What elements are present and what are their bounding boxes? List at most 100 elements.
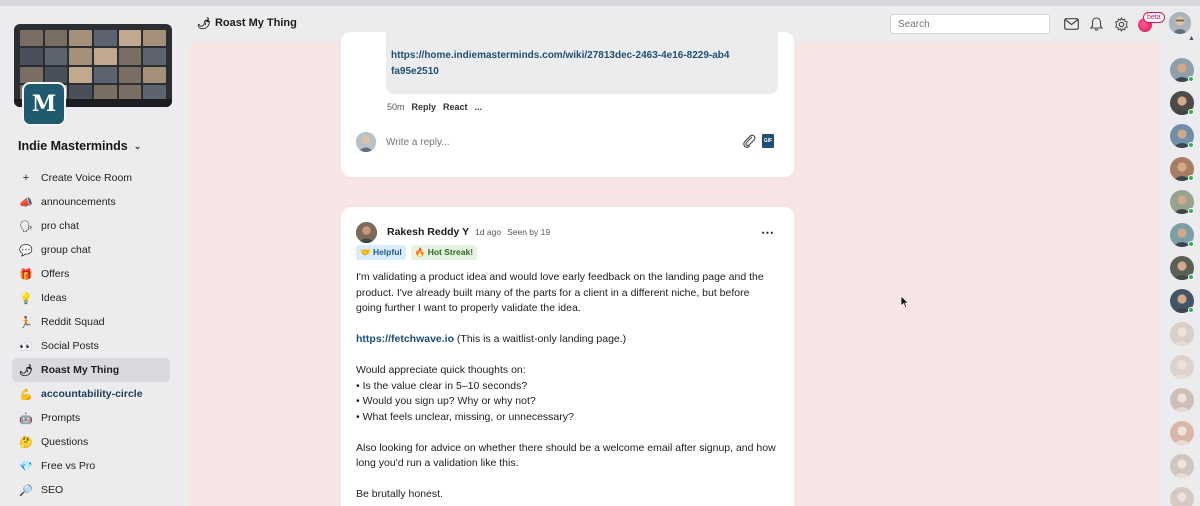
- gear-icon[interactable]: [1112, 15, 1130, 33]
- sidebar-item-label: Create Voice Room: [41, 172, 133, 184]
- seen-count[interactable]: Seen by 19: [507, 227, 550, 237]
- sidebar-item-questions[interactable]: 🤔 Questions: [12, 430, 170, 454]
- sidebar-item-free-vs-pro[interactable]: 💎 Free vs Pro: [12, 454, 170, 478]
- gem-icon: 💎: [19, 460, 33, 473]
- sidebar-item-label: Social Posts: [41, 340, 99, 352]
- avatar: [356, 132, 376, 152]
- member-avatar[interactable]: [1170, 388, 1194, 412]
- bell-icon[interactable]: [1087, 15, 1105, 33]
- online-status-dot: [1188, 208, 1194, 214]
- member-avatar[interactable]: [1170, 421, 1194, 445]
- member-avatar[interactable]: [1170, 487, 1194, 506]
- speaking-head-icon: 🗣: [19, 220, 33, 233]
- post-body: I'm validating a product idea and would …: [356, 270, 776, 506]
- post-header: Rakesh Reddy Y 1d ago Seen by 19: [387, 226, 550, 238]
- sidebar-item-reddit-squad[interactable]: 🏃 Reddit Squad: [12, 310, 170, 334]
- sidebar-item-prompts[interactable]: 🤖 Prompts: [12, 406, 170, 430]
- sidebar-item-label: Offers: [41, 268, 70, 280]
- sidebar-item-group-chat[interactable]: 💬 group chat: [12, 238, 170, 262]
- chevron-down-icon: ⌄: [133, 140, 142, 151]
- lightbulb-icon: 💡: [19, 292, 33, 305]
- reply-input[interactable]: [386, 133, 716, 151]
- landing-page-link[interactable]: https://fetchwave.io: [356, 333, 454, 345]
- sidebar-item-seo[interactable]: 🔎 SEO: [12, 478, 170, 502]
- post-paragraph: Also looking for advice on whether there…: [356, 441, 776, 470]
- question-bullet: • Is the value clear in 5–10 seconds?: [356, 379, 528, 392]
- mail-icon[interactable]: [1062, 15, 1080, 33]
- helpful-badge: 🤝 Helpful: [356, 245, 406, 260]
- community-name: Indie Masterminds: [18, 139, 128, 153]
- hot-streak-badge: 🔥 Hot Streak!: [410, 245, 478, 260]
- member-avatar[interactable]: [1170, 322, 1194, 346]
- current-user-avatar[interactable]: [1169, 12, 1191, 34]
- sidebar-item-label: Free vs Pro: [41, 460, 96, 472]
- community-switcher[interactable]: Indie Masterminds ⌄: [18, 139, 141, 153]
- m-logo-icon: M: [31, 91, 57, 117]
- sidebar-item-label: Prompts: [41, 412, 81, 424]
- sidebar-item-pro-chat[interactable]: 🗣 pro chat: [12, 214, 170, 238]
- runner-icon: 🏃: [19, 316, 33, 329]
- author-badges: 🤝 Helpful 🔥 Hot Streak!: [356, 245, 478, 260]
- scroll-up-arrow-icon[interactable]: ▲: [1188, 35, 1195, 42]
- wiki-link[interactable]: https://home.indiemasterminds.com/wiki/2…: [391, 48, 731, 80]
- sidebar-item-label: group chat: [41, 244, 91, 256]
- gif-icon[interactable]: GIF: [762, 134, 774, 148]
- sidebar-item-label: announcements: [41, 196, 116, 208]
- post-paragraph: https://fetchwave.io (This is a waitlist…: [356, 332, 776, 348]
- community-logo[interactable]: M: [22, 82, 66, 126]
- online-status-dot: [1188, 274, 1194, 280]
- mouse-cursor-icon: [900, 295, 910, 309]
- member-avatar[interactable]: [1170, 454, 1194, 478]
- sidebar-item-label: accountability-circle: [41, 388, 143, 400]
- sidebar-item-roast-my-thing[interactable]: 🌶 Roast My Thing: [12, 358, 170, 382]
- post-time: 1d ago: [475, 227, 502, 237]
- link-note: (This is a waitlist-only landing page.): [454, 333, 627, 345]
- more-options-button[interactable]: ⋯: [761, 225, 775, 241]
- sidebar: M Indie Masterminds ⌄ + Create Voice Room…: [0, 6, 185, 506]
- question-intro: Would appreciate quick thoughts on:: [356, 364, 526, 376]
- sidebar-item-label: pro chat: [41, 220, 79, 232]
- post-paragraph: I'm validating a product idea and would …: [356, 271, 764, 314]
- post-card: https://home.indiemasterminds.com/wiki/2…: [341, 32, 794, 177]
- gift-icon: 🎁: [19, 268, 33, 281]
- magnifier-icon: 🔎: [19, 484, 33, 497]
- message-bubble: https://home.indiemasterminds.com/wiki/2…: [386, 32, 778, 94]
- reply-composer: GIF: [356, 129, 776, 155]
- author-avatar[interactable]: [356, 222, 377, 243]
- sidebar-item-announcements[interactable]: 📣 announcements: [12, 190, 170, 214]
- message-meta: 50m Reply React ...: [387, 102, 482, 112]
- post-paragraph: Be brutally honest.: [356, 488, 443, 500]
- sidebar-item-ideas[interactable]: 💡 Ideas: [12, 286, 170, 310]
- online-status-dot: [1188, 142, 1194, 148]
- more-options-button[interactable]: ...: [475, 102, 483, 112]
- reply-button[interactable]: Reply: [412, 102, 437, 112]
- online-status-dot: [1188, 307, 1194, 313]
- online-status-dot: [1188, 175, 1194, 181]
- sidebar-item-label: Reddit Squad: [41, 316, 105, 328]
- sidebar-item-social-posts[interactable]: 👀 Social Posts: [12, 334, 170, 358]
- online-status-dot: [1188, 76, 1194, 82]
- thinking-face-icon: 🤔: [19, 436, 33, 449]
- beta-badge: beta: [1143, 12, 1165, 23]
- room-title-label: Roast My Thing: [214, 17, 297, 29]
- robot-icon: 🤖: [19, 412, 33, 425]
- paperclip-icon[interactable]: [742, 133, 756, 149]
- chili-pepper-icon: 🌶: [197, 18, 211, 30]
- author-name[interactable]: Rakesh Reddy Y: [387, 226, 469, 238]
- message-time: 50m: [387, 102, 405, 112]
- question-bullet: • What feels unclear, missing, or unnece…: [356, 410, 574, 423]
- sidebar-item-create-voice-room[interactable]: + Create Voice Room: [12, 166, 170, 190]
- speech-bubble-icon: 💬: [19, 244, 33, 257]
- beta-orb-button[interactable]: beta: [1138, 12, 1165, 36]
- plus-icon: +: [22, 172, 30, 184]
- megaphone-icon: 📣: [19, 196, 33, 209]
- post-feed[interactable]: https://home.indiemasterminds.com/wiki/2…: [188, 32, 1160, 506]
- sidebar-item-label: SEO: [41, 484, 64, 496]
- chili-pepper-icon: 🌶: [19, 364, 33, 377]
- flexed-biceps-icon: 💪: [19, 388, 33, 401]
- react-button[interactable]: React: [443, 102, 468, 112]
- sidebar-item-accountability-circle[interactable]: 💪 accountability-circle: [12, 382, 170, 406]
- search-input[interactable]: [890, 14, 1050, 34]
- member-avatar[interactable]: [1170, 355, 1194, 379]
- sidebar-item-offers[interactable]: 🎁 Offers: [12, 262, 170, 286]
